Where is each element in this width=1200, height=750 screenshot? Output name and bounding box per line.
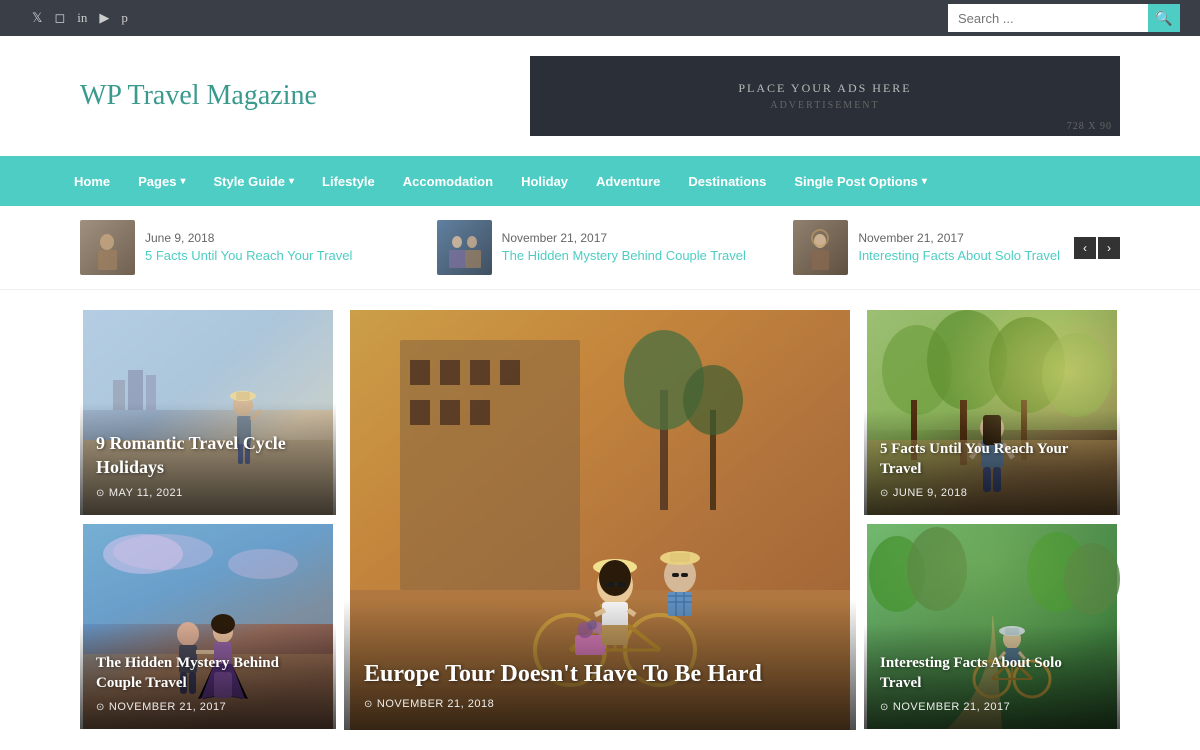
recent-title-2: The Hidden Mystery Behind Couple Travel bbox=[502, 248, 746, 265]
recent-info-1: June 9, 2018 5 Facts Until You Reach You… bbox=[145, 231, 352, 265]
card-top-left-title: 9 Romantic Travel Cycle Holidays bbox=[96, 432, 320, 479]
nav-item-destinations[interactable]: Destinations bbox=[674, 156, 780, 206]
nav-item-style-guide[interactable]: Style Guide ▾ bbox=[199, 156, 308, 206]
card-bottom-left[interactable]: The Hidden Mystery Behind Couple Travel … bbox=[80, 524, 336, 729]
card-bottom-right-overlay: Interesting Facts About Solo Travel NOVE… bbox=[864, 624, 1120, 729]
card-large-overlay: Europe Tour Doesn't Have To Be Hard NOVE… bbox=[344, 599, 856, 730]
card-bottom-left-date: NOVEMBER 21, 2017 bbox=[96, 701, 320, 713]
ad-sub-text: ADVERTISEMENT bbox=[770, 100, 879, 111]
card-bottom-left-overlay: The Hidden Mystery Behind Couple Travel … bbox=[80, 624, 336, 729]
recent-title-1: 5 Facts Until You Reach Your Travel bbox=[145, 248, 352, 265]
social-icons:  𝕏 ◻ in ▶ p bbox=[20, 10, 128, 26]
recent-post-2[interactable]: November 21, 2017 The Hidden Mystery Beh… bbox=[437, 220, 764, 275]
card-large[interactable]: Europe Tour Doesn't Have To Be Hard NOVE… bbox=[344, 310, 856, 730]
search-button[interactable]: 🔍 bbox=[1148, 4, 1180, 32]
nav-label-destinations: Destinations bbox=[688, 174, 766, 189]
nav-label-style-guide: Style Guide bbox=[213, 174, 285, 189]
nav-item-adventure[interactable]: Adventure bbox=[582, 156, 674, 206]
recent-date-3: November 21, 2017 bbox=[858, 231, 1060, 245]
recent-post-1[interactable]: June 9, 2018 5 Facts Until You Reach You… bbox=[80, 220, 407, 275]
header: WP Travel Magazine PLACE YOUR ADS HERE A… bbox=[0, 36, 1200, 156]
card-bottom-right[interactable]: Interesting Facts About Solo Travel NOVE… bbox=[864, 524, 1120, 729]
nav-item-home[interactable]: Home bbox=[60, 156, 124, 206]
twitter-icon[interactable]: 𝕏 bbox=[32, 10, 42, 26]
main-nav: Home Pages ▾ Style Guide ▾ Lifestyle Acc… bbox=[0, 156, 1200, 206]
recent-date-2: November 21, 2017 bbox=[502, 231, 746, 245]
recent-posts-strip: June 9, 2018 5 Facts Until You Reach You… bbox=[0, 206, 1200, 290]
main-grid: 9 Romantic Travel Cycle Holidays MAY 11,… bbox=[0, 290, 1200, 750]
recent-nav-arrows: ‹ › bbox=[1074, 237, 1120, 259]
card-top-left[interactable]: 9 Romantic Travel Cycle Holidays MAY 11,… bbox=[80, 310, 336, 515]
nav-label-holiday: Holiday bbox=[521, 174, 568, 189]
recent-info-2: November 21, 2017 The Hidden Mystery Beh… bbox=[502, 231, 746, 265]
card-top-right-date: JUNE 9, 2018 bbox=[880, 487, 1104, 499]
card-bottom-right-date: NOVEMBER 21, 2017 bbox=[880, 701, 1104, 713]
card-large-title: Europe Tour Doesn't Have To Be Hard bbox=[364, 659, 836, 690]
card-bottom-right-title: Interesting Facts About Solo Travel bbox=[880, 654, 1104, 693]
chevron-down-icon: ▾ bbox=[922, 176, 927, 187]
nav-item-pages[interactable]: Pages ▾ bbox=[124, 156, 199, 206]
recent-thumb-1 bbox=[80, 220, 135, 275]
linkedin-icon[interactable]: in bbox=[77, 10, 87, 26]
recent-title-3: Interesting Facts About Solo Travel bbox=[858, 248, 1060, 265]
card-top-right-overlay: 5 Facts Until You Reach Your Travel JUNE… bbox=[864, 410, 1120, 515]
nav-label-accomodation: Accomodation bbox=[403, 174, 493, 189]
card-top-right[interactable]: 5 Facts Until You Reach Your Travel JUNE… bbox=[864, 310, 1120, 515]
chevron-down-icon: ▾ bbox=[180, 176, 185, 187]
card-top-left-date: MAY 11, 2021 bbox=[96, 487, 320, 499]
ad-size-text: 728 X 90 bbox=[1067, 121, 1112, 132]
instagram-icon[interactable]: ◻ bbox=[54, 10, 65, 26]
search-bar: 🔍 bbox=[948, 4, 1180, 32]
nav-list: Home Pages ▾ Style Guide ▾ Lifestyle Acc… bbox=[60, 156, 1140, 206]
nav-label-home: Home bbox=[74, 174, 110, 189]
nav-label-adventure: Adventure bbox=[596, 174, 660, 189]
top-bar:  𝕏 ◻ in ▶ p 🔍 bbox=[0, 0, 1200, 36]
nav-item-accomodation[interactable]: Accomodation bbox=[389, 156, 507, 206]
card-bottom-left-title: The Hidden Mystery Behind Couple Travel bbox=[96, 654, 320, 693]
ad-main-text: PLACE YOUR ADS HERE bbox=[738, 81, 911, 96]
recent-info-3: November 21, 2017 Interesting Facts Abou… bbox=[858, 231, 1060, 265]
prev-arrow-button[interactable]: ‹ bbox=[1074, 237, 1096, 259]
ad-banner: PLACE YOUR ADS HERE ADVERTISEMENT 728 X … bbox=[530, 56, 1120, 136]
nav-label-single-post-options: Single Post Options bbox=[794, 174, 918, 189]
recent-post-3[interactable]: November 21, 2017 Interesting Facts Abou… bbox=[793, 220, 1120, 275]
next-arrow-button[interactable]: › bbox=[1098, 237, 1120, 259]
nav-item-holiday[interactable]: Holiday bbox=[507, 156, 582, 206]
search-icon: 🔍 bbox=[1155, 10, 1172, 27]
search-input[interactable] bbox=[948, 4, 1148, 32]
card-top-left-overlay: 9 Romantic Travel Cycle Holidays MAY 11,… bbox=[80, 402, 336, 515]
card-top-right-title: 5 Facts Until You Reach Your Travel bbox=[880, 440, 1104, 479]
card-large-date: NOVEMBER 21, 2018 bbox=[364, 698, 836, 710]
site-logo[interactable]: WP Travel Magazine bbox=[80, 80, 317, 112]
recent-thumb-3 bbox=[793, 220, 848, 275]
nav-label-pages: Pages bbox=[138, 174, 176, 189]
youtube-icon[interactable]: ▶ bbox=[99, 10, 109, 26]
recent-thumb-2 bbox=[437, 220, 492, 275]
pinterest-icon[interactable]: p bbox=[121, 10, 128, 26]
nav-item-single-post-options[interactable]: Single Post Options ▾ bbox=[780, 156, 941, 206]
nav-label-lifestyle: Lifestyle bbox=[322, 174, 375, 189]
nav-item-lifestyle[interactable]: Lifestyle bbox=[308, 156, 389, 206]
chevron-down-icon: ▾ bbox=[289, 176, 294, 187]
recent-date-1: June 9, 2018 bbox=[145, 231, 352, 245]
